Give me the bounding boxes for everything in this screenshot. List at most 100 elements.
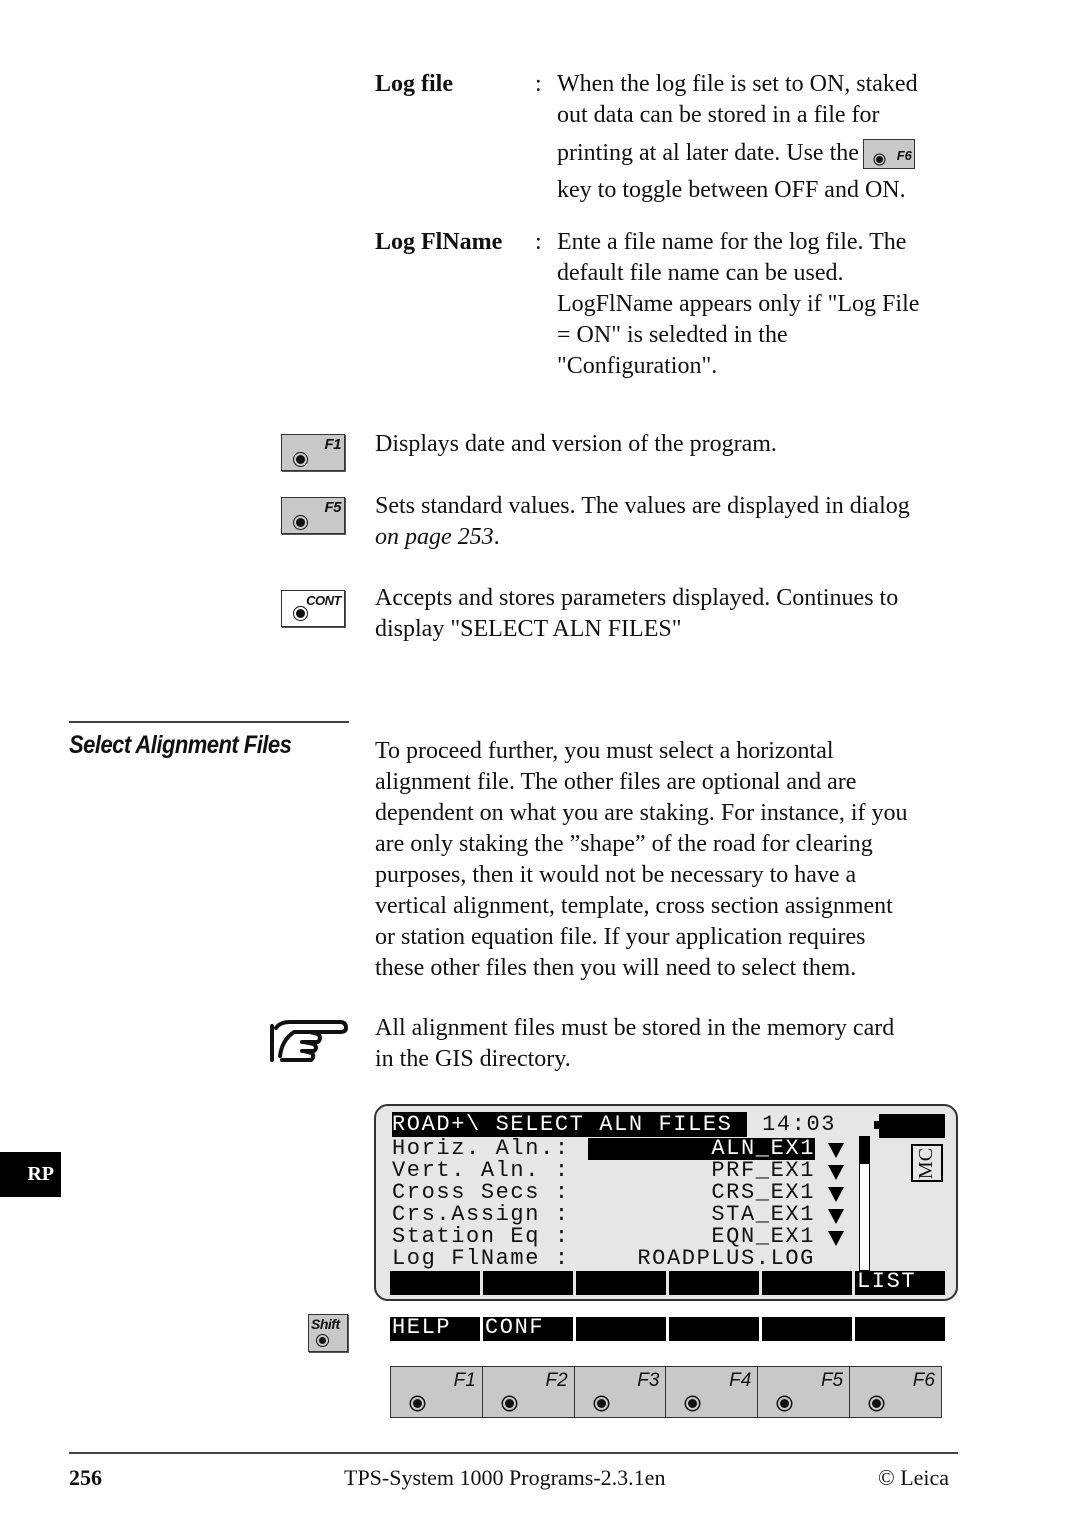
definition-line: "Configuration". bbox=[557, 353, 718, 379]
softkey-3[interactable] bbox=[576, 1271, 666, 1295]
key-label: F5 bbox=[324, 499, 341, 516]
key-label: F1 bbox=[453, 1370, 476, 1391]
key-dot-icon bbox=[319, 1337, 326, 1344]
key-description-text: Accepts and stores parameters displayed.… bbox=[375, 585, 899, 611]
key-label: F2 bbox=[545, 1370, 568, 1391]
softkey-help[interactable]: HELP bbox=[390, 1317, 480, 1341]
function-key-row: F1 F2 F3 F4 F5 F6 bbox=[390, 1366, 942, 1418]
paragraph-line: or station equation file. If your applic… bbox=[375, 924, 866, 950]
key-dot-icon bbox=[413, 1399, 422, 1408]
dropdown-arrow-icon[interactable] bbox=[828, 1231, 844, 1246]
key-description-text: on page 253. bbox=[375, 522, 500, 553]
f2-key[interactable]: F2 bbox=[483, 1367, 575, 1417]
display-title: ROAD+\ SELECT ALN FILES bbox=[392, 1112, 748, 1137]
key-label: Shift bbox=[311, 1316, 340, 1332]
key-dot-icon bbox=[296, 518, 305, 527]
softkey-conf[interactable]: CONF bbox=[483, 1317, 573, 1341]
shift-key-icon: Shift bbox=[308, 1314, 348, 1352]
display-time: 14:03 bbox=[762, 1112, 837, 1137]
section-divider bbox=[69, 721, 349, 723]
field-label: Station Eq : bbox=[392, 1224, 570, 1249]
key-dot-icon bbox=[688, 1399, 698, 1408]
key-dot-icon bbox=[296, 455, 305, 464]
key-dot-icon bbox=[872, 1399, 882, 1408]
f6-key-icon: F6 bbox=[862, 139, 915, 170]
definition-line: LogFlName appears only if "Log File bbox=[557, 291, 920, 317]
definition-line: = ON" is seledted in the bbox=[557, 322, 788, 348]
term-label: Log FlName bbox=[375, 229, 503, 255]
key-label: F1 bbox=[324, 436, 341, 453]
key-label: F3 bbox=[637, 1370, 660, 1391]
punctuation: . bbox=[493, 524, 500, 550]
dropdown-arrow-icon[interactable] bbox=[828, 1209, 844, 1224]
key-dot-icon bbox=[296, 609, 305, 618]
key-label: F5 bbox=[820, 1370, 844, 1391]
definition-text: printing at al later date. Use the bbox=[557, 140, 859, 166]
softkey-empty[interactable] bbox=[762, 1317, 852, 1341]
key-label: CONT bbox=[306, 593, 341, 608]
scrollbar-thumb[interactable] bbox=[860, 1137, 869, 1164]
field-value[interactable]: CRS_EX1 bbox=[588, 1182, 815, 1204]
paragraph-line: purposes, then it would not be necessary… bbox=[375, 862, 857, 888]
display-softkey-bar: LIST bbox=[390, 1271, 945, 1295]
dropdown-arrow-icon[interactable] bbox=[828, 1165, 844, 1180]
key-description-text: Sets standard values. The values are dis… bbox=[375, 493, 910, 519]
softkey-4[interactable] bbox=[669, 1271, 759, 1295]
term-colon: : bbox=[535, 71, 542, 97]
instrument-display: ROAD+\ SELECT ALN FILES 14:03 MC Horiz. … bbox=[374, 1104, 958, 1301]
section-title: Select Alignment Files bbox=[69, 731, 292, 759]
key-label: F6 bbox=[912, 1370, 935, 1391]
paragraph-line: are only staking the ”shape” of the road… bbox=[375, 831, 873, 857]
paragraph-line: alignment file. The other files are opti… bbox=[375, 769, 857, 795]
term-colon: : bbox=[535, 229, 542, 255]
softkey-empty[interactable] bbox=[576, 1317, 666, 1341]
cont-key-icon: CONT bbox=[281, 590, 345, 627]
f5-key[interactable]: F5 bbox=[758, 1367, 851, 1417]
paragraph-line: vertical alignment, template, cross sect… bbox=[375, 893, 893, 919]
display-title-bar: ROAD+\ SELECT ALN FILES 14:03 bbox=[392, 1112, 837, 1137]
memory-card-indicator: MC bbox=[911, 1144, 943, 1182]
field-value[interactable]: ROADPLUS.LOG bbox=[588, 1248, 815, 1270]
softkey-2[interactable] bbox=[483, 1271, 573, 1295]
f1-key[interactable]: F1 bbox=[391, 1367, 483, 1417]
page-reference-link[interactable]: on page 253 bbox=[375, 524, 494, 550]
scrollbar[interactable] bbox=[859, 1136, 870, 1271]
softkey-empty[interactable] bbox=[669, 1317, 759, 1341]
paragraph-line: dependent on what you are staking. For i… bbox=[375, 800, 908, 826]
note-line: in the GIS directory. bbox=[375, 1046, 571, 1072]
key-dot-icon bbox=[596, 1399, 606, 1408]
field-label: Vert. Aln. : bbox=[392, 1158, 570, 1183]
chapter-tab: RP bbox=[0, 1152, 61, 1197]
field-label: Horiz. Aln.: bbox=[392, 1136, 570, 1161]
key-label: F4 bbox=[729, 1370, 752, 1391]
field-label: Log FlName : bbox=[392, 1246, 570, 1271]
key-description-text: Displays date and version of the program… bbox=[375, 431, 777, 457]
softkey-empty[interactable] bbox=[855, 1317, 945, 1341]
softkey-list[interactable]: LIST bbox=[855, 1271, 945, 1295]
key-label: F6 bbox=[896, 148, 912, 164]
note-line: All alignment files must be stored in th… bbox=[375, 1015, 895, 1041]
footer-copyright: © Leica bbox=[878, 1465, 950, 1490]
f1-key-icon: F1 bbox=[281, 434, 345, 471]
f4-key[interactable]: F4 bbox=[666, 1367, 759, 1417]
f6-key[interactable]: F6 bbox=[850, 1367, 941, 1417]
f3-key[interactable]: F3 bbox=[575, 1367, 667, 1417]
key-dot-icon bbox=[504, 1399, 514, 1408]
dropdown-arrow-icon[interactable] bbox=[828, 1143, 844, 1158]
field-value[interactable]: EQN_EX1 bbox=[588, 1226, 815, 1248]
dropdown-arrow-icon[interactable] bbox=[828, 1187, 844, 1202]
f5-key-icon: F5 bbox=[281, 497, 345, 534]
pointing-hand-icon bbox=[270, 1020, 348, 1062]
field-value[interactable]: PRF_EX1 bbox=[588, 1160, 815, 1182]
footer-title: TPS-System 1000 Programs-2.3.1en bbox=[344, 1465, 666, 1490]
field-value-selected[interactable]: ALN_EX1 bbox=[588, 1138, 815, 1160]
definition-line: out data can be stored in a file for bbox=[557, 102, 880, 128]
softkey-1[interactable] bbox=[390, 1271, 480, 1295]
key-description-text: display "SELECT ALN FILES" bbox=[375, 616, 682, 642]
definition-line: When the log file is set to ON, staked bbox=[557, 71, 918, 97]
key-dot-icon bbox=[780, 1399, 790, 1408]
field-value[interactable]: STA_EX1 bbox=[588, 1204, 815, 1226]
softkey-5[interactable] bbox=[762, 1271, 852, 1295]
footer-divider bbox=[69, 1452, 958, 1454]
page-number: 256 bbox=[69, 1465, 102, 1490]
